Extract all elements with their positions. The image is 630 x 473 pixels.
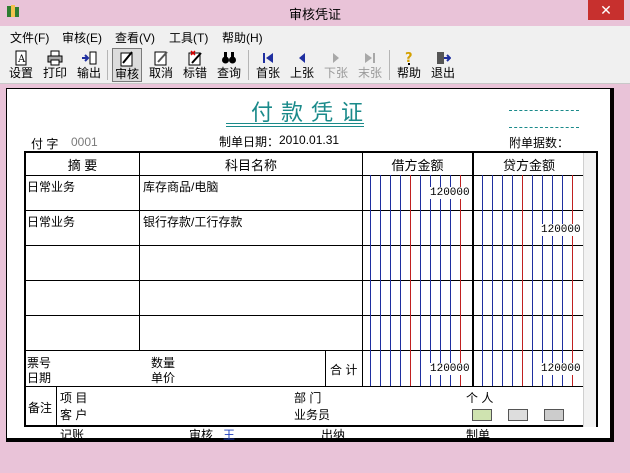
toolbar-separator xyxy=(389,50,390,80)
next-button[interactable]: 下张 xyxy=(321,48,351,82)
prev-button[interactable]: 上张 xyxy=(287,48,317,82)
settings-icon: A xyxy=(15,50,27,66)
menu-review[interactable]: 审核(E) xyxy=(62,29,102,46)
print-icon xyxy=(47,50,63,66)
voucher-type-label: 付 字 xyxy=(31,137,59,151)
voucher-document: 付款凭证 付 字 0001 制单日期： 2010.01.31 附单据数： 摘 要… xyxy=(6,88,614,442)
col-credit-header: 贷方金额 xyxy=(502,158,555,173)
cancel-button[interactable]: 取消 xyxy=(146,48,176,82)
customer-label: 客 户 xyxy=(60,408,88,422)
help-label: 帮助 xyxy=(396,66,421,80)
cashier-label: 出纳 xyxy=(321,428,346,442)
review-icon xyxy=(120,51,133,67)
row2-summary[interactable]: 日常业务 xyxy=(27,213,75,230)
salesman-label: 业务员 xyxy=(294,408,331,422)
prev-icon xyxy=(299,53,305,63)
export-icon xyxy=(82,51,97,65)
project-label: 项 目 xyxy=(60,391,88,405)
col-account-header: 科目名称 xyxy=(224,158,277,173)
voucher-date[interactable]: 2010.01.31 xyxy=(279,133,339,147)
first-button[interactable]: 首张 xyxy=(253,48,283,82)
prev-label: 上张 xyxy=(289,66,314,80)
edit-icon[interactable] xyxy=(544,409,564,421)
total-label: 合 计 xyxy=(330,363,358,377)
document-icon[interactable] xyxy=(472,409,492,421)
preparer-label: 制单 xyxy=(466,428,491,442)
cancel-label: 取消 xyxy=(148,66,173,80)
dashed-line xyxy=(509,127,579,128)
last-label: 末张 xyxy=(357,66,382,80)
last-icon xyxy=(365,53,375,63)
total-debit: 120000 xyxy=(430,363,470,375)
remark-label: 备注 xyxy=(28,401,53,415)
exit-icon xyxy=(437,52,451,64)
voucher-review-window: 审核凭证 ✕ 文件(F) 审核(E) 查看(V) 工具(T) 帮助(H) A 设… xyxy=(0,0,630,473)
export-button[interactable]: 输出 xyxy=(74,48,104,82)
toolbar-separator xyxy=(107,50,108,80)
title-underline xyxy=(226,123,364,124)
voucher-number[interactable]: 0001 xyxy=(71,135,98,149)
person-label: 个 人 xyxy=(466,391,494,405)
query-label: 查询 xyxy=(216,66,241,80)
export-label: 输出 xyxy=(76,66,101,80)
exit-label: 退出 xyxy=(430,66,455,80)
row1-debit[interactable]: 120000 xyxy=(430,187,470,199)
help-icon: ? xyxy=(405,51,413,66)
query-button[interactable]: 查询 xyxy=(214,48,244,82)
toolbar-separator xyxy=(248,50,249,80)
dept-label: 部 门 xyxy=(294,391,322,405)
menu-view[interactable]: 查看(V) xyxy=(115,29,155,46)
binoculars-icon xyxy=(222,52,236,64)
window-title: 审核凭证 xyxy=(288,7,341,22)
title-bar: 审核凭证 ✕ xyxy=(0,0,630,24)
vertical-scrollbar[interactable] xyxy=(583,153,596,427)
cancel-icon xyxy=(154,51,168,66)
help-button[interactable]: ? 帮助 xyxy=(394,48,424,82)
first-icon xyxy=(263,53,273,63)
menu-tools[interactable]: 工具(T) xyxy=(169,29,208,46)
reviewer-name: 王 xyxy=(223,428,236,442)
next-icon xyxy=(333,53,339,63)
card-icon[interactable] xyxy=(508,409,528,421)
toolbar: A 设置 打印 输出 审核 取消 标错 查询 首张 上张 下张 末张 ? 帮助 … xyxy=(0,46,630,84)
attachments-label: 附单据数： xyxy=(509,136,570,150)
col-debit-header: 借方金额 xyxy=(391,158,444,173)
col-summary-header: 摘 要 xyxy=(67,158,98,173)
review-button[interactable]: 审核 xyxy=(112,48,142,82)
first-label: 首张 xyxy=(255,66,280,80)
mark-error-button[interactable]: 标错 xyxy=(180,48,210,82)
next-label: 下张 xyxy=(323,66,348,80)
mark-error-label: 标错 xyxy=(182,66,207,80)
price-label: 单价 xyxy=(151,371,176,385)
date-sub-label: 日期 xyxy=(27,371,52,385)
settings-label: 设置 xyxy=(8,66,33,80)
print-button[interactable]: 打印 xyxy=(40,48,70,82)
voucher-grid: 摘 要 科目名称 借方金额 贷方金额 日常业务 库存商品/电脑 120000 日… xyxy=(24,151,598,427)
close-button[interactable]: ✕ xyxy=(588,0,624,20)
date-label: 制单日期： xyxy=(219,135,280,149)
dashed-line xyxy=(509,110,579,111)
menu-help[interactable]: 帮助(H) xyxy=(222,29,263,46)
row2-credit[interactable]: 120000 xyxy=(541,224,581,236)
last-button[interactable]: 末张 xyxy=(355,48,385,82)
row1-summary[interactable]: 日常业务 xyxy=(27,178,75,195)
exit-button[interactable]: 退出 xyxy=(428,48,458,82)
menu-bar: 文件(F) 审核(E) 查看(V) 工具(T) 帮助(H) xyxy=(0,26,630,46)
bookkeeper-label: 记账 xyxy=(60,428,85,442)
reviewer-label: 审核 xyxy=(189,428,214,442)
title-underline xyxy=(226,126,364,127)
menu-file[interactable]: 文件(F) xyxy=(10,29,49,46)
review-label: 审核 xyxy=(114,67,139,81)
settings-button[interactable]: A 设置 xyxy=(6,48,36,82)
svg-text:A: A xyxy=(17,54,26,65)
print-label: 打印 xyxy=(42,66,67,80)
row1-account[interactable]: 库存商品/电脑 xyxy=(143,178,218,195)
row2-account[interactable]: 银行存款/工行存款 xyxy=(143,213,242,230)
mark-error-icon xyxy=(188,50,202,66)
total-credit: 120000 xyxy=(541,363,581,375)
